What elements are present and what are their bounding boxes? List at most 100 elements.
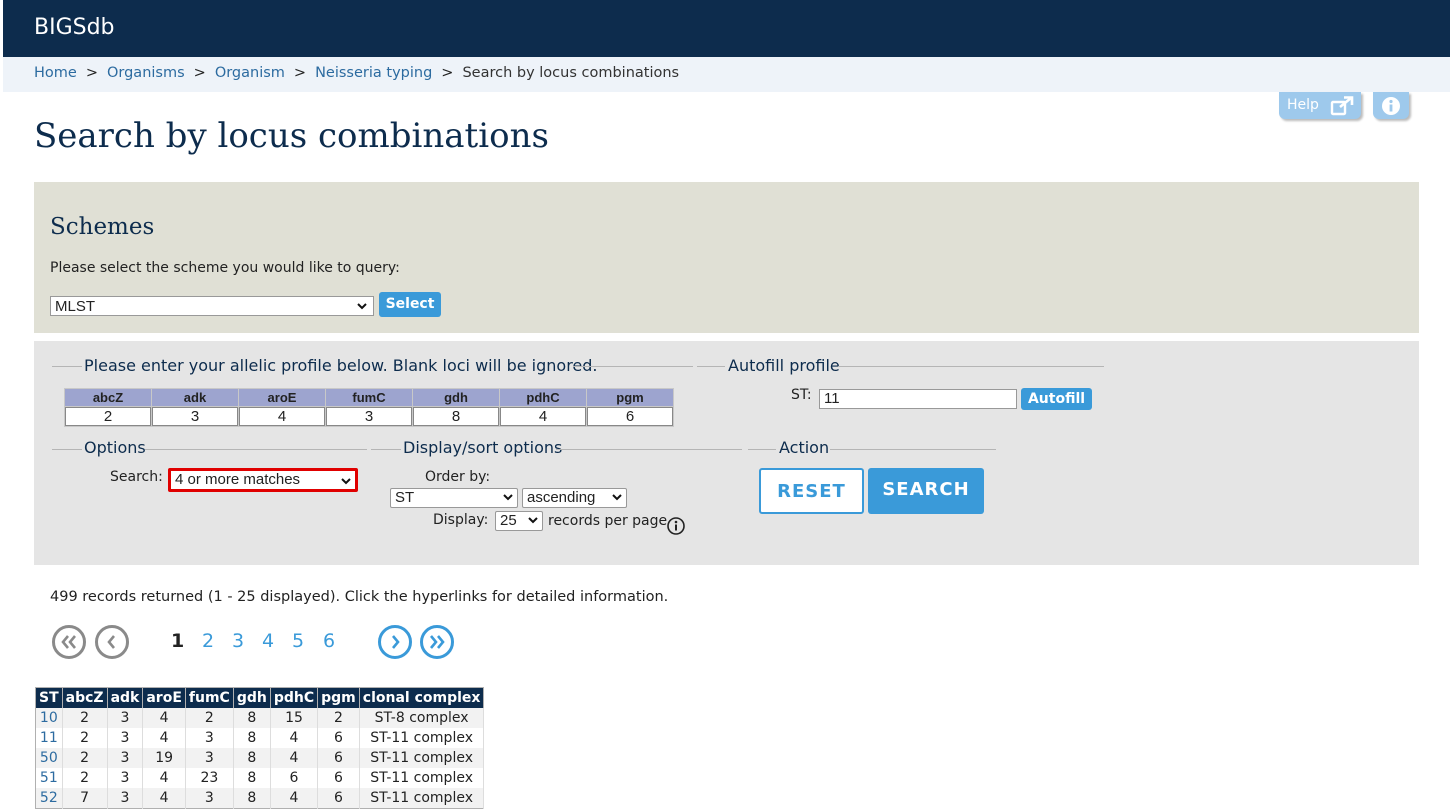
chevron-left-icon [107,635,115,649]
records-per-page-select[interactable]: 25 [495,511,543,531]
table-cell: 4 [142,768,186,788]
st-link[interactable]: 52 [40,790,58,806]
column-header-pdhc[interactable]: pdhC [270,687,319,708]
order-by-label: Order by: [425,469,491,485]
column-header-abcz[interactable]: abcZ [62,687,108,708]
table-cell: 2 [62,768,108,788]
st-link[interactable]: 11 [40,730,58,746]
breadcrumb-neisseria-typing[interactable]: Neisseria typing [315,65,432,81]
table-cell: 3 [107,748,144,768]
info-button[interactable] [1373,92,1409,119]
scheme-select[interactable]: MLST [50,296,374,316]
st-link[interactable]: 50 [40,750,58,766]
st-link[interactable]: 51 [40,770,58,786]
table-cell: 6 [317,768,360,788]
chevron-right-icon [392,635,400,649]
locus-header-gdh: gdh [412,388,500,407]
fieldset-border [556,449,742,450]
reset-button[interactable]: RESET [759,468,864,514]
table-cell: 2 [185,708,234,728]
records-per-page-value: 25 [500,512,517,529]
table-cell: ST-8 complex [359,708,485,728]
options-legend: Options [84,438,146,457]
select-scheme-button[interactable]: Select [379,292,441,317]
order-field-value: ST [395,489,415,506]
column-header-gdh[interactable]: gdh [233,687,271,708]
fieldset-border [52,366,82,367]
column-header-fumc[interactable]: fumC [185,687,234,708]
locus-input-abcz[interactable]: 2 [65,407,151,426]
table-cell: 2 [62,748,108,768]
records-summary: 499 records returned (1 - 25 displayed).… [50,589,669,605]
info-circle-icon[interactable] [666,516,686,536]
breadcrumb-current: Search by locus combinations [462,65,680,81]
breadcrumb-organisms[interactable]: Organisms [107,65,185,81]
previous-page-button[interactable] [95,625,129,659]
scheme-select-value: MLST [55,298,96,315]
fieldset-border [838,366,1104,367]
profile-legend: Please enter your allelic profile below.… [84,356,598,375]
page-number-link[interactable]: 2 [202,630,214,652]
order-direction-select[interactable]: ascending [522,488,627,508]
table-cell: 23 [185,768,234,788]
help-button[interactable]: Help [1279,92,1361,119]
locus-input-pdhc[interactable]: 4 [500,407,586,426]
locus-input-aroe[interactable]: 4 [239,407,325,426]
table-row: 52 7 3 4 3 8 4 6 ST-11 complex [35,788,485,809]
table-cell: 4 [142,788,186,809]
table-cell: 4 [270,728,319,748]
table-cell: 3 [185,728,234,748]
table-cell: 8 [233,768,271,788]
order-field-select[interactable]: ST [390,488,518,508]
table-cell: 8 [233,788,271,809]
page-number-link[interactable]: 4 [262,630,274,652]
top-header: BIGSdb [3,0,1450,57]
chevron-down-icon [502,488,514,509]
page-number-link[interactable]: 6 [323,630,335,652]
site-brand[interactable]: BIGSdb [34,15,115,40]
table-cell: 8 [233,708,271,728]
page-number-link[interactable]: 5 [292,630,304,652]
breadcrumb-separator: > [85,65,98,81]
schemes-panel: Schemes Please select the scheme you wou… [34,182,1419,333]
action-legend: Action [779,438,830,457]
query-panel: Please enter your allelic profile below.… [34,341,1419,565]
column-header-pgm[interactable]: pgm [317,687,360,708]
st-link[interactable]: 10 [40,710,58,726]
column-header-adk[interactable]: adk [107,687,144,708]
search-button[interactable]: SEARCH [868,468,984,514]
table-cell: 4 [142,708,186,728]
locus-header-fumc: fumC [325,388,413,407]
table-cell: 8 [233,748,271,768]
display-sort-legend: Display/sort options [403,438,563,457]
locus-input-fumc[interactable]: 3 [326,407,412,426]
double-chevron-right-icon [430,635,445,649]
table-cell: 4 [142,728,186,748]
locus-input-pgm[interactable]: 6 [587,407,673,426]
help-label: Help [1287,97,1319,113]
fieldset-border [52,449,82,450]
search-mode-select[interactable]: 4 or more matches [168,468,358,492]
table-cell: 3 [107,768,144,788]
locus-input-gdh[interactable]: 8 [413,407,499,426]
first-page-button[interactable] [52,625,86,659]
page-number-link[interactable]: 3 [232,630,244,652]
table-cell: ST-11 complex [359,788,485,809]
autofill-button[interactable]: Autofill [1021,388,1092,410]
fieldset-border [830,449,996,450]
table-cell: 3 [107,788,144,809]
column-header-clonal-complex[interactable]: clonal complex [359,687,485,708]
locus-header-pdhc: pdhC [499,388,587,407]
column-header-st[interactable]: ST [35,687,63,708]
next-page-button[interactable] [378,625,412,659]
table-cell: 2 [62,728,108,748]
breadcrumb-home[interactable]: Home [34,65,77,81]
locus-input-adk[interactable]: 3 [152,407,238,426]
breadcrumb-organism[interactable]: Organism [215,65,285,81]
last-page-button[interactable] [420,625,454,659]
table-row: 51 2 3 4 23 8 6 6 ST-11 complex [35,768,485,788]
table-cell: 6 [317,788,360,809]
column-header-aroe[interactable]: aroE [142,687,186,708]
results-header-row: ST abcZ adk aroE fumC gdh pdhC pgm clona… [35,687,485,708]
st-input[interactable]: 11 [819,389,1017,409]
